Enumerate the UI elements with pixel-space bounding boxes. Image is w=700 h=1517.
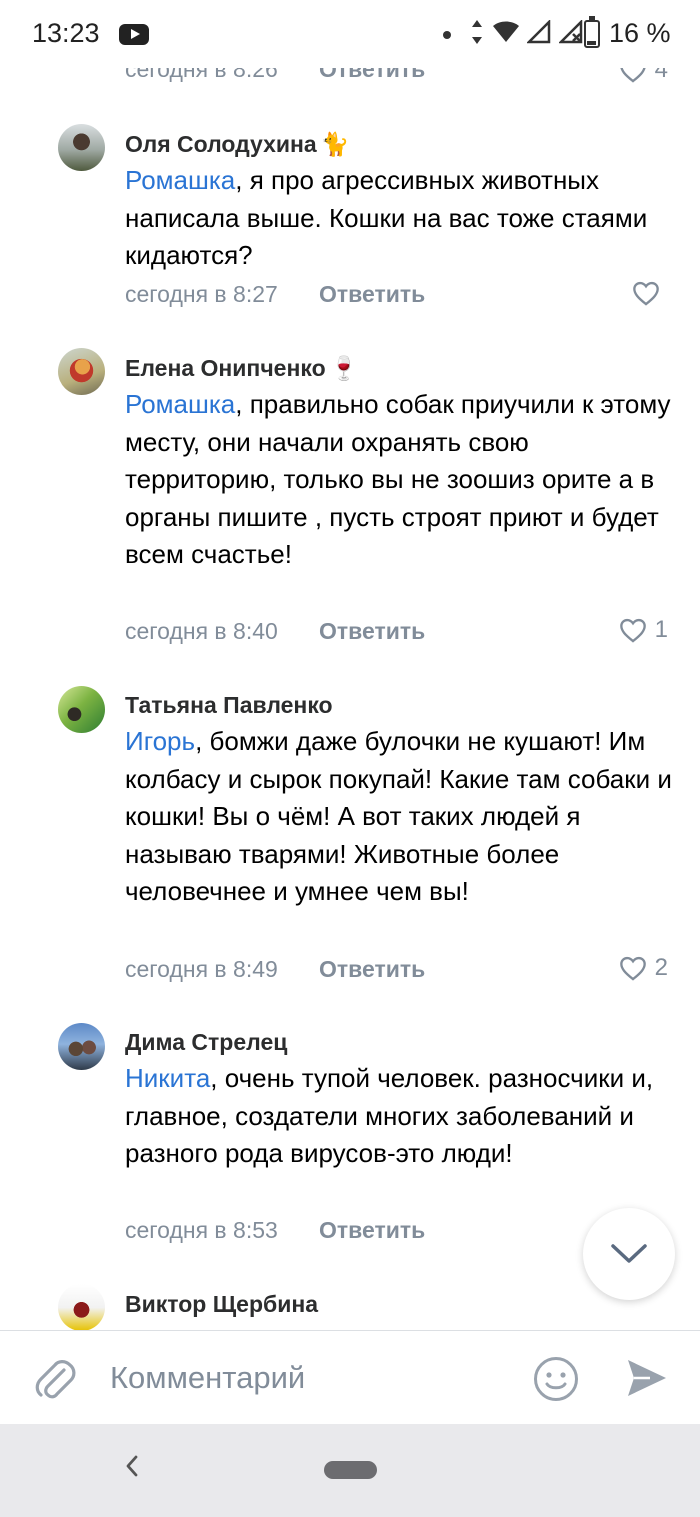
avatar[interactable] — [58, 124, 105, 171]
mention-link[interactable]: Никита — [125, 1063, 210, 1093]
network-icons — [470, 17, 583, 45]
comment-author[interactable]: Виктор Щербина — [125, 1291, 318, 1318]
comment-text: Ромашка, правильно собак приучили к этом… — [125, 386, 685, 574]
comment-composer — [0, 1330, 700, 1424]
youtube-icon — [119, 24, 149, 45]
data-arrows-icon — [472, 19, 482, 44]
heart-icon — [619, 956, 646, 981]
reply-button[interactable]: Ответить — [319, 1217, 425, 1244]
like-button[interactable] — [632, 278, 668, 308]
comment-time: сегодня в 8:27 — [125, 281, 278, 307]
comment-author[interactable]: Дима Стрелец — [125, 1029, 287, 1056]
comment-author[interactable]: Оля Солодухина 🐈 — [125, 131, 349, 158]
mention-link[interactable]: Ромашка — [125, 389, 235, 419]
notification-dot-icon — [443, 31, 451, 39]
comment-text: Ромашка, я про агрессивных животных напи… — [125, 162, 685, 275]
avatar[interactable] — [58, 1284, 105, 1330]
mention-link[interactable]: Ромашка — [125, 165, 235, 195]
reply-button[interactable]: Ответить — [319, 956, 425, 983]
system-nav-bar — [0, 1424, 700, 1517]
comment-time: сегодня в 8:40 — [125, 618, 278, 644]
status-bar: 13:23 16 % — [0, 0, 700, 68]
comment-time: сегодня в 8:53 — [125, 1217, 278, 1243]
mention-link[interactable]: Игорь — [125, 726, 195, 756]
author-emoji: 🐈 — [320, 131, 350, 157]
author-name[interactable]: Елена Онипченко — [125, 355, 326, 381]
comment-author[interactable]: Татьяна Павленко — [125, 692, 333, 719]
comment-text: Игорь, бомжи даже булочки не кушают! Им … — [125, 723, 685, 911]
comment-input[interactable] — [110, 1353, 510, 1403]
paperclip-icon[interactable] — [34, 1357, 76, 1406]
battery-percent: 16 % — [609, 18, 671, 48]
heart-icon — [619, 618, 646, 643]
chevron-down-icon — [611, 1244, 647, 1263]
comments-list[interactable]: сегодня в 8:26 Ответить 4 Оля Солодухина… — [0, 0, 700, 1330]
like-button[interactable]: 1 — [619, 615, 668, 645]
avatar[interactable] — [58, 686, 105, 733]
battery-icon — [584, 16, 600, 48]
like-button[interactable]: 2 — [619, 953, 668, 983]
author-name[interactable]: Виктор Щербина — [125, 1291, 318, 1317]
reply-button[interactable]: Ответить — [319, 281, 425, 308]
like-count: 1 — [654, 616, 668, 643]
send-icon[interactable] — [626, 1358, 668, 1403]
reply-button[interactable]: Ответить — [319, 618, 425, 645]
comment-time: сегодня в 8:49 — [125, 956, 278, 982]
home-pill-icon[interactable] — [324, 1461, 377, 1479]
scroll-down-button[interactable] — [583, 1208, 675, 1300]
author-emoji: 🍷 — [329, 355, 359, 381]
avatar[interactable] — [58, 1023, 105, 1070]
signal-no-icon — [557, 18, 583, 43]
wifi-icon — [492, 21, 519, 42]
signal-icon — [526, 18, 551, 43]
comment-body: , бомжи даже булочки не кушают! Им колба… — [125, 726, 672, 906]
like-count: 2 — [654, 954, 668, 981]
author-name[interactable]: Татьяна Павленко — [125, 692, 333, 718]
author-name[interactable]: Дима Стрелец — [125, 1029, 287, 1055]
back-icon[interactable] — [124, 1452, 140, 1486]
smile-icon[interactable] — [533, 1356, 579, 1407]
author-name[interactable]: Оля Солодухина — [125, 131, 317, 157]
status-time: 13:23 — [32, 18, 100, 48]
heart-icon — [633, 281, 659, 306]
comment-author[interactable]: Елена Онипченко 🍷 — [125, 355, 358, 382]
avatar[interactable] — [58, 348, 105, 395]
comment-text: Никита, очень тупой человек. разносчики … — [125, 1060, 685, 1173]
